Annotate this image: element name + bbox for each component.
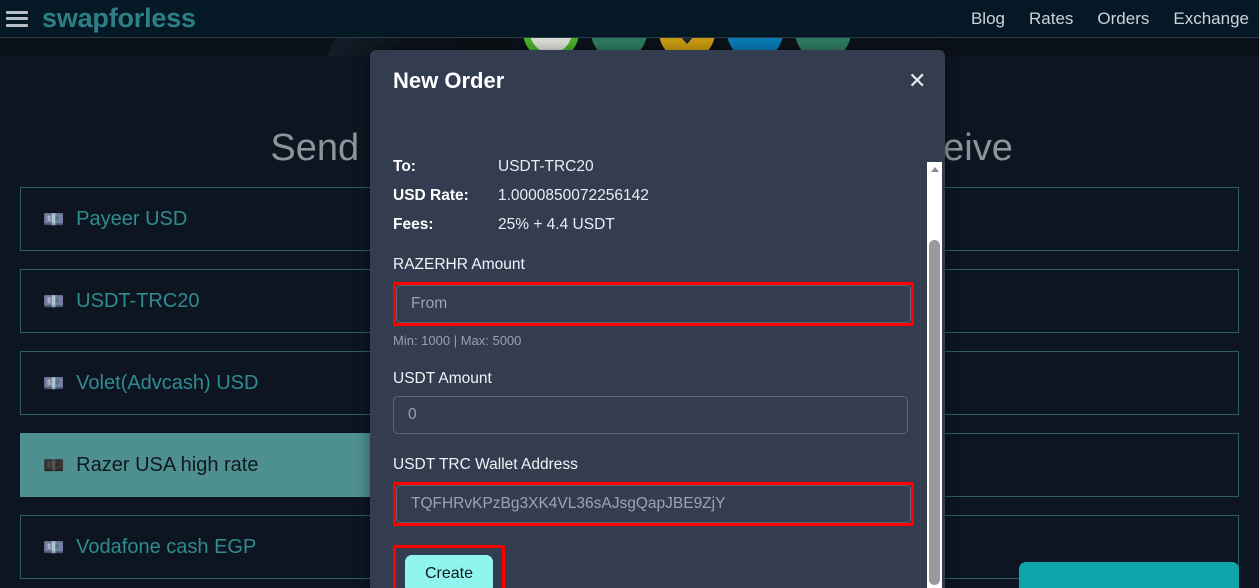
nav-link-blog[interactable]: Blog [971,9,1005,29]
banknote-icon: 💵 [43,291,65,311]
detail-key: USD Rate: [393,187,469,204]
detail-value: 1.0000850072256142 [498,187,649,204]
banknote-icon: 💵 [43,209,65,229]
banknote-icon: 💵 [43,373,65,393]
modal-scrollbar[interactable] [927,162,942,588]
usdt-wallet-address-input[interactable] [396,485,911,523]
modal-title: New Order [393,68,505,93]
razerhr-amount-hint: Min: 1000 | Max: 5000 [393,333,522,348]
hamburger-icon[interactable] [6,10,28,27]
detail-row-to: To: USDT-TRC20 [393,158,907,176]
detail-row-fees: Fees: 25% + 4.4 USDT [393,216,907,234]
nav-link-exchange[interactable]: Exchange [1173,9,1249,29]
create-button[interactable]: Create [405,555,494,588]
close-icon[interactable]: ✕ [902,68,928,94]
create-button-highlight: Create [393,545,506,588]
usdt-wallet-address-label: USDT TRC Wallet Address [393,456,578,473]
banknote-icon: 💵 [43,537,65,557]
modal-body: To: USDT-TRC20 USD Rate: 1.0000850072256… [370,158,930,588]
bottom-teal-action-button[interactable] [1019,562,1239,588]
scrollbar-thumb[interactable] [929,240,940,585]
scroll-up-arrow-icon[interactable] [927,162,942,177]
scrollbar-track[interactable] [927,177,942,588]
send-item-label: Volet(Advcash) USD [76,371,259,394]
razerhr-amount-input[interactable] [396,285,911,323]
razerhr-amount-label: RAZERHR Amount [393,256,525,273]
new-order-modal: New Order ✕ To: USDT-TRC20 USD Rate: 1.0… [370,50,945,588]
nav-link-orders[interactable]: Orders [1097,9,1149,29]
send-item-label: USDT-TRC20 [76,289,200,312]
top-navbar: swapforless Blog Rates Orders Exchange [0,0,1259,38]
send-item-label: Razer USA high rate [76,453,259,476]
detail-key: To: [393,158,416,175]
detail-value: USDT-TRC20 [498,158,594,175]
usdt-amount-label: USDT Amount [393,370,492,387]
usdt-wallet-address-highlight [393,482,914,526]
detail-row-usd-rate: USD Rate: 1.0000850072256142 [393,187,907,205]
razerhr-amount-highlight [393,282,914,326]
brand-logo[interactable]: swapforless [42,5,196,32]
nav-links: Blog Rates Orders Exchange [971,9,1249,29]
nav-link-rates[interactable]: Rates [1029,9,1073,29]
send-item-label: Payeer USD [76,207,188,230]
detail-value: 25% + 4.4 USDT [498,216,615,233]
send-item-label: Vodafone cash EGP [76,535,257,558]
usdt-amount-input[interactable] [393,396,908,434]
detail-key: Fees: [393,216,434,233]
banknote-icon: 💵 [43,455,65,475]
app-screen: swapforless Blog Rates Orders Exchange S… [0,0,1259,588]
